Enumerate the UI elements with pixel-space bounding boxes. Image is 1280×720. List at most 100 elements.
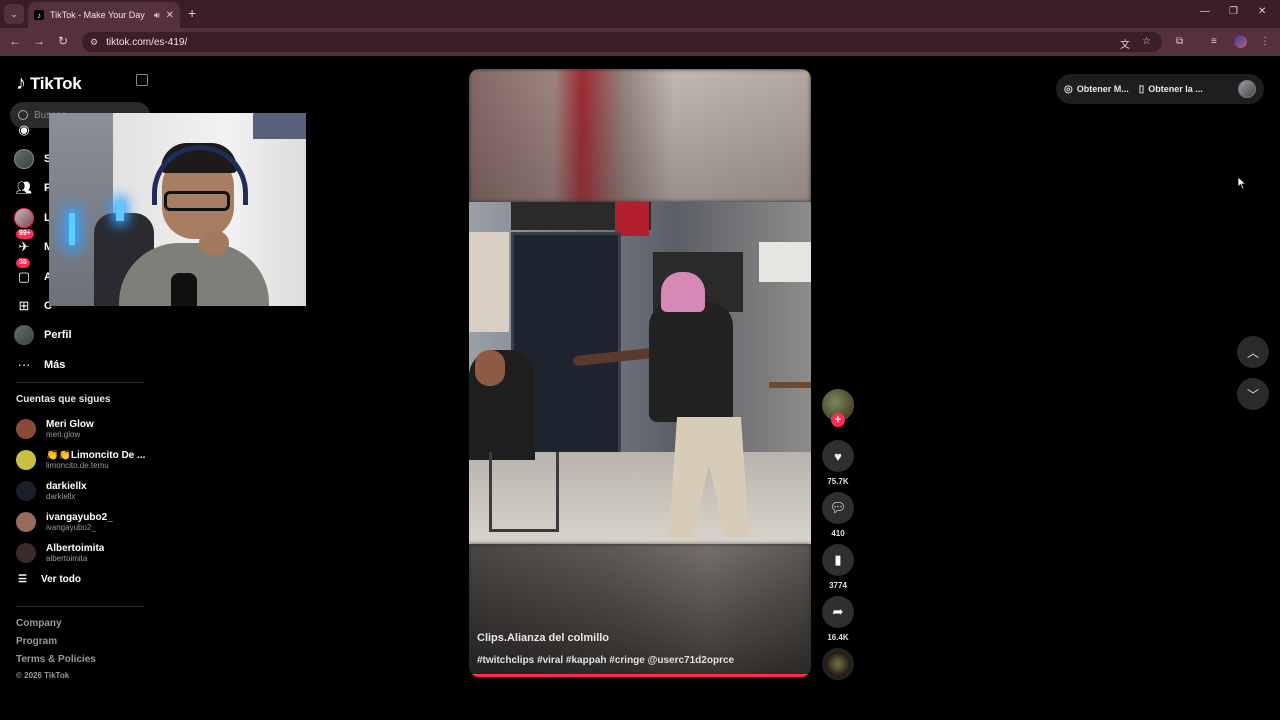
save-count: 3774 [829, 581, 847, 590]
following-item[interactable]: ivangayubo2_ ivangayubo2_ [16, 506, 150, 537]
site-info-icon[interactable]: ⚙ [90, 37, 98, 48]
copyright: © 2026 TikTok [16, 671, 70, 680]
follow-plus-icon[interactable]: + [831, 413, 845, 427]
browser-menu-icon[interactable]: ⋮ [1260, 36, 1270, 47]
video-title[interactable]: Clips.Alianza del colmillo [477, 632, 609, 644]
following-item[interactable]: 👏👏Limoncito De ... limoncito.de.temu [16, 445, 150, 476]
like-count: 75.7K [827, 477, 849, 486]
tiktok-note-icon: ♪ [16, 72, 26, 94]
video-progress-bar[interactable] [469, 674, 811, 677]
top-right-bar: ◎ Obtener M... ▯ Obtener la ... [1056, 74, 1264, 104]
tab-search-button[interactable]: ⌄ [4, 4, 24, 24]
minimize-icon[interactable]: — [1200, 6, 1210, 17]
mouse-cursor-icon [1237, 176, 1247, 190]
notification-badge: 35 [16, 257, 30, 268]
following-handle: ivangayubo2_ [46, 522, 96, 532]
media-controls-icon[interactable]: ≡ [1211, 36, 1217, 47]
window-close-icon[interactable]: ✕ [1258, 6, 1266, 17]
get-app-label: Obtener la ... [1148, 84, 1203, 94]
tab-close-icon[interactable]: ✕ [166, 10, 174, 21]
home-icon: ◉ [18, 121, 30, 137]
sidebar-footer: Company Program Terms & Policies © 2026 … [16, 617, 96, 680]
tiktok-logo[interactable]: ♪ TikTok [16, 72, 82, 95]
tiktok-favicon-icon: ♪ [34, 10, 44, 20]
browser-profile-avatar[interactable] [1234, 35, 1247, 48]
avatar [16, 511, 36, 532]
comment-icon[interactable]: 💬︎ [822, 492, 854, 524]
phone-icon: ▯ [1138, 83, 1145, 95]
forward-button[interactable]: → [31, 34, 47, 48]
notification-badge: 99+ [16, 228, 34, 239]
address-bar[interactable]: ⚙ tiktok.com/es-419/ [82, 32, 1162, 52]
music-disc-icon[interactable] [822, 648, 854, 680]
heart-icon[interactable]: ♥ [822, 440, 854, 472]
profile-avatar [14, 325, 34, 346]
next-video-button[interactable]: ﹀ [1237, 378, 1269, 410]
get-coins-button[interactable]: ◎ Obtener M... [1064, 84, 1129, 95]
bookmark-star-icon[interactable]: ☆ [1142, 36, 1151, 47]
nav-label: Perfil [44, 329, 72, 342]
scene-table [769, 382, 811, 482]
like-action: ♥ 75.7K [822, 440, 854, 486]
footer-link-terms[interactable]: Terms & Policies [16, 653, 96, 671]
video-hashtags[interactable]: #twitchclips #viral #kappah #cringe @use… [477, 655, 734, 666]
nav-item-more[interactable]: ··· Más [12, 350, 152, 379]
footer-link-program[interactable]: Program [16, 635, 96, 653]
get-app-button[interactable]: ▯ Obtener la ... [1139, 84, 1203, 95]
scene-poster [469, 232, 509, 332]
webcam-light [116, 201, 124, 221]
share-icon[interactable]: ➦ [822, 596, 854, 628]
avatar [16, 419, 36, 440]
chevron-down-icon: ﹀ [1246, 387, 1259, 402]
messages-icon: ✈︎ [18, 239, 30, 255]
browser-tab-bar: ⌄ ♪ TikTok - Make Your Day 🔊︎ ✕ + — ❐ ✕ [0, 0, 1280, 28]
webcam-microphone [171, 273, 197, 306]
following-name: Albertoimita [46, 542, 105, 554]
get-coins-label: Obtener M... [1076, 84, 1129, 94]
new-tab-button[interactable]: + [188, 5, 196, 21]
see-all-button[interactable]: ☰ Ver todo [18, 574, 81, 585]
following-name: Meri Glow [46, 419, 94, 431]
comment-action: 💬︎ 410 [822, 492, 854, 538]
following-title: Cuentas que sigues [16, 394, 111, 405]
restore-icon[interactable]: ❐ [1229, 6, 1238, 17]
bookmark-icon[interactable]: ▮ [822, 544, 854, 576]
upload-icon: ⊞ [18, 298, 30, 314]
reload-button[interactable]: ↻ [55, 34, 71, 48]
following-item[interactable]: Albertoimita albertoimita [16, 537, 150, 568]
video-blur-top [469, 69, 811, 202]
webcam-light [69, 213, 75, 245]
webcam-overlay [49, 113, 306, 306]
video-player[interactable]: Clips.Alianza del colmillo #twitchclips … [469, 69, 811, 677]
following-handle: albertoimita [46, 553, 88, 563]
nav-item-profile[interactable]: Perfil [12, 321, 152, 350]
chevron-up-icon: ︿ [1246, 345, 1259, 360]
scene-seated-man-head [475, 350, 505, 386]
share-action: ➦ 16.4K [822, 596, 854, 642]
previous-video-button[interactable]: ︿ [1237, 336, 1269, 368]
collapse-sidebar-icon[interactable] [136, 74, 148, 86]
audio-playing-icon[interactable]: 🔊︎ [154, 10, 160, 21]
scene-chair [489, 452, 559, 532]
following-item[interactable]: darkiellx darkiellx [16, 476, 150, 507]
avatar [16, 450, 36, 471]
following-name: darkiellx [46, 480, 87, 492]
scene-pink-cap [661, 272, 705, 312]
tiktok-page: ♪ TikTok Buscar ◉ S 👥︎ F L ✈︎ 99+ M ▢ [0, 56, 1280, 720]
tab-title: TikTok - Make Your Day [50, 10, 145, 20]
nav-label: Más [44, 358, 66, 371]
following-handle: limoncito.de.temu [46, 461, 109, 471]
coin-icon: ◎ [1064, 83, 1073, 95]
activity-icon: ▢ [17, 268, 31, 284]
user-avatar[interactable] [1238, 80, 1256, 98]
browser-tab[interactable]: ♪ TikTok - Make Your Day 🔊︎ ✕ [28, 2, 180, 28]
extensions-icon[interactable]: ⧉ [1176, 36, 1183, 47]
save-action: ▮ 3774 [822, 544, 854, 590]
following-item[interactable]: Meri Glow meri.glow [16, 414, 150, 445]
footer-link-company[interactable]: Company [16, 617, 96, 635]
avatar [16, 542, 36, 563]
webcam-glasses [164, 191, 230, 211]
back-button[interactable]: ← [7, 34, 23, 48]
translate-icon[interactable]: 文 [1120, 36, 1130, 51]
share-count: 16.4K [827, 633, 849, 642]
